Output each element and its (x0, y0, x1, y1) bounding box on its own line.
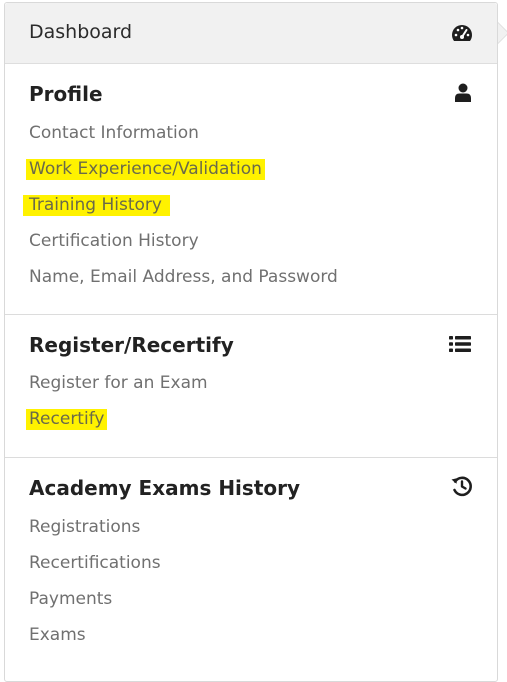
registrations-link[interactable]: Registrations (29, 517, 140, 537)
academy-exams-history-section: Academy Exams History Registrations Rece… (5, 458, 497, 678)
register-for-exam-link[interactable]: Register for an Exam (29, 373, 208, 393)
user-icon (455, 83, 471, 106)
academy-exams-history-title: Academy Exams History (29, 476, 301, 500)
dashboard-gauge-icon (451, 24, 473, 46)
profile-section: Profile Contact Information Work Experie… (5, 64, 497, 315)
register-recertify-section: Register/Recertify Register for an Exam … (5, 315, 497, 458)
work-experience-validation-link[interactable]: Work Experience/Validation (26, 159, 265, 180)
contact-information-link[interactable]: Contact Information (29, 123, 199, 143)
certification-history-link[interactable]: Certification History (29, 231, 199, 251)
history-icon (450, 474, 474, 502)
dashboard-item[interactable]: Dashboard (5, 3, 507, 64)
profile-title: Profile (29, 82, 103, 106)
name-email-password-link[interactable]: Name, Email Address, and Password (29, 267, 338, 287)
payments-link[interactable]: Payments (29, 589, 112, 609)
active-indicator-arrow (498, 23, 507, 43)
register-recertify-title: Register/Recertify (29, 333, 234, 357)
list-icon (449, 336, 471, 356)
recertifications-link[interactable]: Recertifications (29, 553, 161, 573)
side-navigation-panel: Dashboard Profile Contact Information Wo… (4, 2, 507, 682)
dashboard-label: Dashboard (29, 21, 133, 43)
training-history-link[interactable]: Training History (23, 195, 170, 216)
exams-link[interactable]: Exams (29, 625, 86, 645)
recertify-link[interactable]: Recertify (26, 409, 108, 430)
